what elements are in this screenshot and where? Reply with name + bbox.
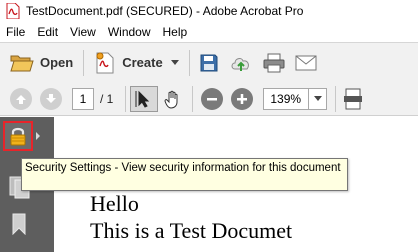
lock-icon bbox=[10, 127, 26, 146]
zoom-level-input[interactable]: 139% bbox=[263, 87, 310, 110]
hand-icon bbox=[164, 90, 178, 109]
security-settings-button[interactable] bbox=[3, 121, 33, 151]
toolbar-divider bbox=[192, 85, 194, 112]
menu-file[interactable]: File bbox=[0, 22, 31, 42]
bookmark-icon[interactable] bbox=[11, 213, 27, 235]
upload-cloud-button[interactable] bbox=[224, 48, 258, 78]
page-number-input[interactable]: 1 bbox=[72, 87, 94, 110]
menu-edit[interactable]: Edit bbox=[31, 22, 64, 42]
menu-window[interactable]: Window bbox=[102, 22, 157, 42]
minus-icon bbox=[207, 97, 218, 100]
save-icon bbox=[200, 54, 218, 71]
previous-page-button[interactable] bbox=[10, 87, 32, 110]
menu-help[interactable]: Help bbox=[157, 22, 194, 42]
toolbar-divider bbox=[188, 49, 190, 76]
page-total: / 1 bbox=[100, 91, 114, 106]
toolbar-divider bbox=[83, 49, 85, 76]
chevron-down-icon bbox=[170, 60, 179, 65]
chevron-down-icon bbox=[313, 96, 322, 101]
toolbar-divider bbox=[335, 85, 337, 112]
plus-icon bbox=[237, 93, 248, 104]
document-text-line: This is a Test Documet bbox=[90, 218, 293, 243]
zoom-dropdown-button[interactable] bbox=[309, 87, 328, 110]
zoom-in-button[interactable] bbox=[231, 87, 254, 110]
chevron-right-icon[interactable] bbox=[36, 132, 40, 140]
print-button[interactable] bbox=[258, 48, 290, 78]
fit-page-icon bbox=[344, 88, 363, 109]
zoom-out-button[interactable] bbox=[201, 87, 224, 110]
window-title: TestDocument.pdf (SECURED) - Adobe Acrob… bbox=[26, 4, 304, 18]
title-bar: TestDocument.pdf (SECURED) - Adobe Acrob… bbox=[0, 0, 418, 22]
fit-page-button[interactable] bbox=[340, 84, 366, 114]
hand-tool-button[interactable] bbox=[158, 84, 188, 114]
arrow-down-icon bbox=[46, 93, 56, 103]
navigation-toolbar: 1 / 1 139% bbox=[0, 82, 418, 116]
pdf-file-icon bbox=[6, 3, 20, 19]
cloud-upload-icon bbox=[231, 57, 249, 71]
open-button[interactable]: Open bbox=[4, 48, 79, 78]
create-label: Create bbox=[122, 55, 163, 70]
envelope-icon bbox=[295, 55, 317, 70]
cursor-arrow-icon bbox=[135, 90, 150, 108]
open-label: Open bbox=[40, 55, 74, 70]
printer-icon bbox=[263, 53, 285, 72]
menu-bar: File Edit View Window Help bbox=[0, 22, 418, 42]
folder-open-icon bbox=[10, 55, 34, 71]
toolbar-divider bbox=[125, 85, 127, 112]
security-settings-tooltip: Security Settings - View security inform… bbox=[21, 158, 348, 191]
create-pdf-icon bbox=[96, 52, 114, 73]
menu-view[interactable]: View bbox=[64, 22, 102, 42]
next-page-button[interactable] bbox=[40, 87, 62, 110]
main-toolbar: Open Create bbox=[0, 42, 418, 82]
email-button[interactable] bbox=[290, 48, 322, 78]
document-text-line: Hello bbox=[90, 191, 139, 216]
create-button[interactable]: Create bbox=[88, 48, 184, 78]
arrow-up-icon bbox=[16, 94, 26, 104]
select-tool-button[interactable] bbox=[130, 85, 159, 112]
save-button[interactable] bbox=[194, 48, 224, 78]
